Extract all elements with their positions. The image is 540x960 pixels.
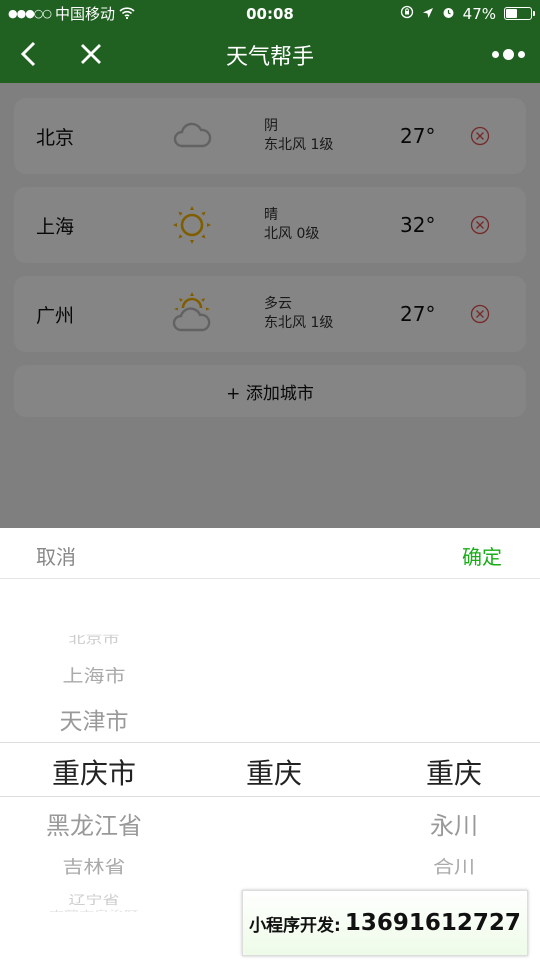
close-icon [81, 44, 101, 64]
picker-option[interactable]: 黑龙江省 [0, 806, 188, 841]
wifi-icon [119, 5, 135, 23]
status-bar: ●●●○○ 中国移动 00:08 47% [0, 0, 540, 27]
picker-option-selected[interactable]: 重庆 [360, 752, 540, 792]
picker-option[interactable]: 上海市 [0, 662, 188, 688]
orientation-lock-icon [400, 5, 414, 23]
picker-option[interactable]: 合川 [360, 853, 540, 879]
location-icon [422, 5, 434, 23]
banner-phone-number: 13691612727 [344, 910, 521, 936]
chevron-left-icon [20, 41, 36, 67]
battery-fill [506, 9, 517, 18]
picker-option[interactable]: 天津市 [0, 702, 188, 736]
picker-option[interactable]: 吉林省 [0, 853, 188, 879]
developer-contact-banner: 小程序开发: 13691612727 [242, 890, 528, 956]
modal-overlay[interactable] [0, 83, 540, 528]
banner-label: 小程序开发: [249, 915, 341, 936]
picker-option[interactable]: 北京市 [0, 635, 188, 648]
signal-strength-icon: ●●●○○ [8, 7, 52, 20]
picker-option[interactable]: 辽宁省 [0, 890, 188, 907]
more-dots-icon [491, 50, 499, 58]
navigation-bar: 天气帮手 [0, 27, 540, 83]
back-button[interactable] [14, 39, 44, 69]
more-dots-icon [517, 50, 525, 58]
picker-option[interactable]: 永川 [360, 806, 540, 841]
battery-icon [504, 7, 535, 20]
picker-option-selected[interactable]: 重庆 [180, 752, 368, 792]
more-menu-button[interactable] [488, 43, 528, 65]
more-dots-icon [502, 48, 514, 60]
picker-option-selected[interactable]: 重庆市 [0, 752, 188, 792]
battery-percent: 47% [462, 4, 496, 23]
picker-option[interactable]: 内蒙古自治区 [0, 908, 188, 912]
alarm-icon [442, 5, 455, 23]
picker-column-province[interactable]: 北京市 上海市 天津市 重庆市 黑龙江省 吉林省 辽宁省 内蒙古自治区 [0, 528, 188, 960]
carrier-name: 中国移动 [55, 5, 116, 23]
close-button[interactable] [76, 39, 106, 69]
